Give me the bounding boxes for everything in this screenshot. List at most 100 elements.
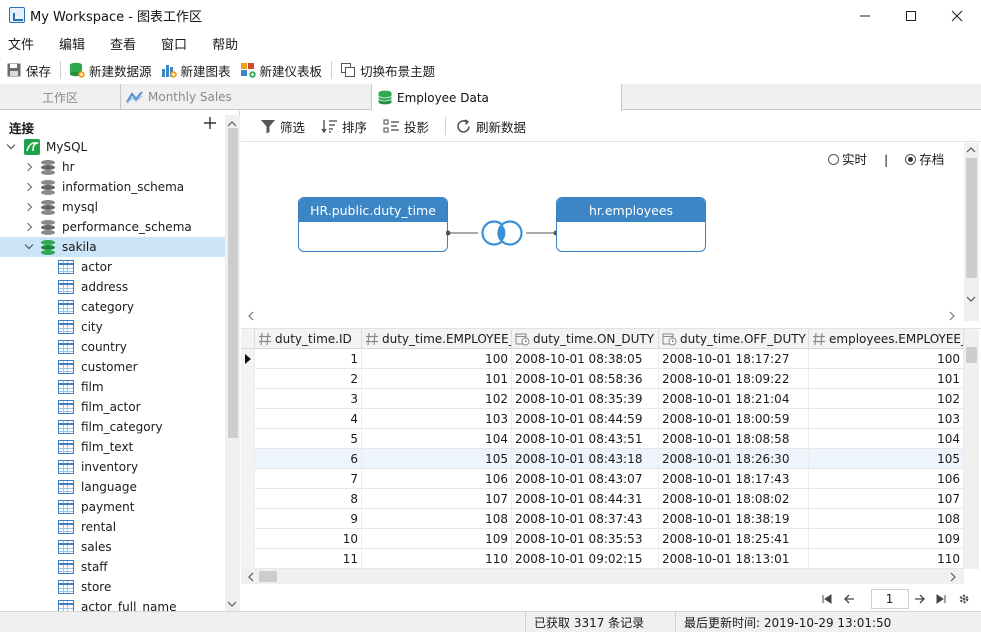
tab-workspace[interactable]: 工作区 bbox=[0, 84, 121, 110]
row-header[interactable] bbox=[241, 509, 255, 529]
close-button[interactable] bbox=[934, 0, 980, 31]
table-cell[interactable]: 8 bbox=[255, 489, 362, 509]
new-chart-button[interactable]: 新建图表 bbox=[161, 61, 231, 80]
table-cell[interactable]: 5 bbox=[255, 429, 362, 449]
table-cell[interactable]: 2008-10-01 18:00:59 bbox=[659, 409, 809, 429]
inner-join-icon[interactable] bbox=[478, 219, 526, 247]
row-header[interactable] bbox=[241, 409, 255, 429]
chevron-left-icon[interactable] bbox=[247, 311, 255, 321]
table-cell[interactable]: 103 bbox=[809, 409, 964, 429]
row-header[interactable] bbox=[241, 349, 255, 369]
table-cell[interactable]: 2008-10-01 18:38:19 bbox=[659, 509, 809, 529]
table-cell[interactable]: 2008-10-01 08:37:43 bbox=[512, 509, 659, 529]
row-header[interactable] bbox=[241, 469, 255, 489]
add-connection-button[interactable] bbox=[203, 114, 217, 135]
tree-node-database[interactable]: sakila bbox=[0, 237, 225, 257]
column-header[interactable]: duty_time.EMPLOYEE_ID bbox=[362, 329, 512, 349]
projection-button[interactable]: 投影 bbox=[383, 117, 429, 136]
row-header[interactable] bbox=[241, 529, 255, 549]
table-cell[interactable]: 2008-10-01 08:44:31 bbox=[512, 489, 659, 509]
sort-button[interactable]: 排序 bbox=[321, 117, 367, 136]
table-cell[interactable]: 101 bbox=[362, 369, 512, 389]
table-cell[interactable]: 2008-10-01 08:38:05 bbox=[512, 349, 659, 369]
table-cell[interactable]: 2008-10-01 18:21:04 bbox=[659, 389, 809, 409]
row-header[interactable] bbox=[241, 489, 255, 509]
row-header[interactable] bbox=[241, 549, 255, 569]
table-cell[interactable]: 100 bbox=[362, 349, 512, 369]
column-header[interactable]: duty_time.OFF_DUTY bbox=[659, 329, 809, 349]
table-cell[interactable]: 10 bbox=[255, 529, 362, 549]
table-cell[interactable]: 6 bbox=[255, 449, 362, 469]
tree-node-table[interactable]: film_category bbox=[0, 417, 225, 437]
table-cell[interactable]: 2008-10-01 18:17:27 bbox=[659, 349, 809, 369]
table-cell[interactable]: 2008-10-01 18:25:41 bbox=[659, 529, 809, 549]
right-table-node[interactable]: hr.employees bbox=[556, 197, 706, 252]
table-row[interactable]: 8 107 2008-10-01 08:44:31 2008-10-01 18:08:… bbox=[241, 489, 964, 509]
tree-scroll-down[interactable] bbox=[227, 597, 237, 611]
table-row[interactable]: 7 106 2008-10-01 08:43:07 2008-10-01 18:17:… bbox=[241, 469, 964, 489]
table-row[interactable]: 10 109 2008-10-01 08:35:53 2008-10-01 18:25… bbox=[241, 529, 964, 549]
tree-node-table[interactable]: store bbox=[0, 577, 225, 597]
table-cell[interactable]: 108 bbox=[809, 509, 964, 529]
table-cell[interactable]: 2008-10-01 08:44:59 bbox=[512, 409, 659, 429]
menu-file[interactable]: 文件 bbox=[8, 34, 34, 53]
menu-edit[interactable]: 编辑 bbox=[59, 34, 85, 53]
first-page-button[interactable] bbox=[821, 594, 844, 604]
menu-help[interactable]: 帮助 bbox=[212, 34, 238, 53]
table-cell[interactable]: 106 bbox=[809, 469, 964, 489]
column-header[interactable]: employees.EMPLOYEE_ID bbox=[809, 329, 964, 349]
new-datasource-button[interactable]: 新建数据源 bbox=[69, 61, 152, 80]
table-cell[interactable]: 104 bbox=[362, 429, 512, 449]
table-row[interactable]: 11 110 2008-10-01 09:02:15 2008-10-01 18:13… bbox=[241, 549, 964, 569]
tree-node-database[interactable]: performance_schema bbox=[0, 217, 225, 237]
designer-scrollbar-thumb[interactable] bbox=[966, 158, 977, 278]
table-cell[interactable]: 107 bbox=[809, 489, 964, 509]
table-cell[interactable]: 103 bbox=[362, 409, 512, 429]
tree-node-table[interactable]: address bbox=[0, 277, 225, 297]
prev-page-button[interactable] bbox=[843, 594, 867, 604]
row-header[interactable] bbox=[241, 449, 255, 469]
tab-monthly-sales[interactable]: Monthly Sales bbox=[121, 84, 372, 110]
save-button[interactable]: 保存 bbox=[6, 61, 51, 80]
tree-node-database[interactable]: information_schema bbox=[0, 177, 225, 197]
table-cell[interactable]: 2008-10-01 08:35:39 bbox=[512, 389, 659, 409]
tree-node-table[interactable]: city bbox=[0, 317, 225, 337]
table-cell[interactable]: 2008-10-01 18:08:58 bbox=[659, 429, 809, 449]
tree-node-table[interactable]: actor_full_name bbox=[0, 597, 225, 611]
table-row[interactable]: 1 100 2008-10-01 08:38:05 2008-10-01 18:17:… bbox=[241, 349, 964, 369]
table-cell[interactable]: 2008-10-01 18:13:01 bbox=[659, 549, 809, 569]
table-cell[interactable]: 2008-10-01 08:43:51 bbox=[512, 429, 659, 449]
table-cell[interactable]: 2008-10-01 18:09:22 bbox=[659, 369, 809, 389]
table-cell[interactable]: 109 bbox=[362, 529, 512, 549]
chevron-right-icon[interactable] bbox=[948, 311, 956, 321]
designer-scrollbar[interactable] bbox=[964, 143, 979, 321]
left-table-node[interactable]: HR.public.duty_time bbox=[298, 197, 448, 252]
tree-node-table[interactable]: category bbox=[0, 297, 225, 317]
tree-node-table[interactable]: film_actor bbox=[0, 397, 225, 417]
menu-view[interactable]: 查看 bbox=[110, 34, 136, 53]
tree-node-table[interactable]: actor bbox=[0, 257, 225, 277]
table-cell[interactable]: 105 bbox=[362, 449, 512, 469]
table-row[interactable]: 2 101 2008-10-01 08:58:36 2008-10-01 18:09:… bbox=[241, 369, 964, 389]
grid-horizontal-thumb[interactable] bbox=[259, 571, 277, 582]
column-header[interactable]: duty_time.ID bbox=[255, 329, 362, 349]
tree-node-mysql[interactable]: MySQL bbox=[0, 137, 225, 157]
last-page-button[interactable] bbox=[935, 594, 958, 604]
table-cell[interactable]: 11 bbox=[255, 549, 362, 569]
toggle-theme-button[interactable]: 切换布景主题 bbox=[340, 61, 435, 80]
grid-horizontal-scrollbar[interactable] bbox=[241, 569, 964, 584]
tree-node-table[interactable]: rental bbox=[0, 517, 225, 537]
menu-window[interactable]: 窗口 bbox=[161, 34, 187, 53]
tree-node-table[interactable]: country bbox=[0, 337, 225, 357]
table-cell[interactable]: 2008-10-01 18:08:02 bbox=[659, 489, 809, 509]
row-header[interactable] bbox=[241, 369, 255, 389]
next-page-button[interactable] bbox=[913, 594, 936, 604]
tree-scrollbar-thumb[interactable] bbox=[228, 128, 238, 438]
tree-node-table[interactable]: sales bbox=[0, 537, 225, 557]
table-cell[interactable]: 9 bbox=[255, 509, 362, 529]
table-cell[interactable]: 2008-10-01 09:02:15 bbox=[512, 549, 659, 569]
minimize-button[interactable] bbox=[842, 0, 888, 31]
table-cell[interactable]: 102 bbox=[362, 389, 512, 409]
table-cell[interactable]: 100 bbox=[809, 349, 964, 369]
row-header[interactable] bbox=[241, 429, 255, 449]
